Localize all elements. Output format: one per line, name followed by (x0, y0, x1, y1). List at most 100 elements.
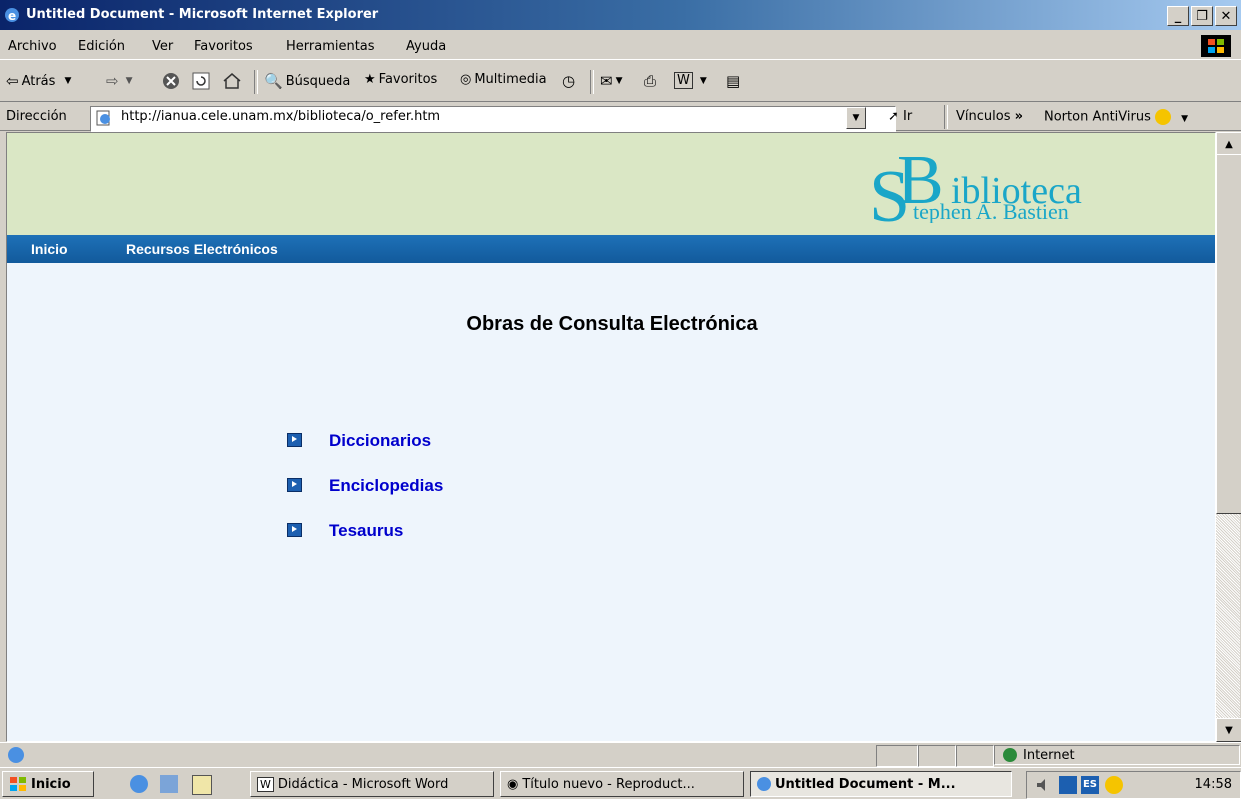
scroll-down-button[interactable]: ▼ (1216, 718, 1241, 742)
vertical-scrollbar[interactable]: ▲ ▼ (1216, 132, 1241, 742)
task-internet-explorer-label: Untitled Document - M... (775, 776, 956, 792)
page-title: Obras de Consulta Electrónica (466, 313, 758, 335)
mail-button[interactable]: ✉ ▼ (600, 72, 623, 90)
status-panel (918, 745, 956, 767)
menu-favoritos[interactable]: Favoritos (194, 39, 253, 54)
nav-inicio[interactable]: Inicio (31, 241, 68, 257)
windows-logo-icon (10, 777, 26, 791)
bullet-icon (287, 433, 302, 447)
page-nav-bar: Inicio Recursos Electrónicos (7, 235, 1215, 263)
menu-edicion[interactable]: Edición (78, 39, 125, 54)
chevron-down-icon: ▼ (615, 76, 623, 86)
go-button[interactable]: ➚ Ir (888, 109, 912, 124)
address-bar: Dirección http://ianua.cele.unam.mx/bibl… (0, 103, 1241, 132)
search-button[interactable]: 🔍 Búsqueda (264, 72, 350, 90)
search-icon: 🔍 (264, 72, 283, 90)
scroll-up-button[interactable]: ▲ (1216, 132, 1241, 156)
back-arrow-icon: ⇦ (6, 72, 19, 90)
go-label: Ir (903, 109, 913, 124)
language-indicator[interactable]: ES (1081, 776, 1099, 794)
media-label: Multimedia (474, 72, 547, 87)
printer-icon: ⎙ (644, 72, 657, 90)
task-media-player-label: Título nuevo - Reproduct... (522, 776, 695, 792)
history-button[interactable]: ◷ (562, 72, 575, 90)
system-tray: ES 14:58 (1026, 771, 1241, 799)
start-button[interactable]: Inicio (2, 771, 94, 797)
refresh-button[interactable] (192, 72, 210, 90)
favorites-label: Favoritos (378, 72, 438, 87)
menu-archivo[interactable]: Archivo (8, 39, 57, 54)
favorites-button[interactable]: ★ Favoritos (364, 72, 437, 87)
forward-button[interactable]: ⇨ ▼ (106, 72, 133, 90)
window-title-bar[interactable]: e Untitled Document - Microsoft Internet… (0, 0, 1241, 30)
outlook-quicklaunch-icon[interactable] (160, 775, 178, 793)
norton-icon (1155, 109, 1172, 125)
print-button[interactable]: ⎙ (644, 72, 656, 90)
status-bar: Internet (0, 742, 1241, 767)
norton-icon[interactable] (1105, 776, 1123, 794)
start-label: Inicio (31, 776, 71, 792)
page-icon (95, 110, 113, 130)
refresh-icon (192, 72, 210, 90)
menu-bar: Archivo Edición Ver Favoritos Herramient… (0, 32, 1241, 60)
menu-ver[interactable]: Ver (152, 39, 173, 54)
desktop-quicklaunch-icon[interactable] (192, 775, 212, 795)
address-label: Dirección (6, 109, 67, 124)
task-media-player[interactable]: ◉ Título nuevo - Reproduct... (500, 771, 744, 797)
page-status-icon (8, 747, 24, 763)
history-icon: ◷ (562, 72, 576, 90)
task-internet-explorer[interactable]: Untitled Document - M... (750, 771, 1012, 797)
task-word[interactable]: W Didáctica - Microsoft Word (250, 771, 494, 797)
restore-button[interactable]: ❐ (1191, 6, 1213, 26)
menu-herramientas[interactable]: Herramientas (286, 39, 375, 54)
links-chevron: » (1014, 109, 1024, 124)
norton-antivirus-button[interactable]: Norton AntiVirus ▼ (1044, 109, 1188, 125)
security-zone: Internet (994, 745, 1240, 765)
minimize-button[interactable]: _ (1167, 6, 1189, 26)
biblioteca-logo: S B iblioteca tephen A. Bastien (869, 143, 1082, 223)
window-title: Untitled Document - Microsoft Internet E… (26, 7, 379, 22)
menu-ayuda[interactable]: Ayuda (406, 39, 446, 54)
address-dropdown-button[interactable]: ▼ (846, 107, 866, 129)
chevron-down-icon: ▼ (1181, 113, 1189, 124)
stop-button[interactable] (162, 72, 180, 90)
norton-label: Norton AntiVirus (1044, 109, 1151, 125)
media-player-icon: ◉ (507, 776, 519, 792)
scroll-thumb[interactable] (1216, 154, 1241, 514)
bullet-icon (287, 478, 302, 492)
status-panel (876, 745, 918, 767)
globe-icon (1003, 748, 1017, 762)
ie-quicklaunch-icon[interactable] (130, 775, 148, 793)
volume-icon[interactable] (1035, 776, 1053, 794)
back-label: Atrás (21, 73, 56, 89)
forward-arrow-icon: ⇨ (106, 72, 119, 90)
page-banner: S B iblioteca tephen A. Bastien (7, 133, 1215, 235)
close-button[interactable]: ✕ (1215, 6, 1237, 26)
taskbar: Inicio W Didáctica - Microsoft Word ◉ Tí… (0, 767, 1241, 799)
link-enciclopedias-label: Enciclopedias (329, 476, 444, 495)
favorites-icon: ★ (364, 72, 376, 87)
standard-toolbar: ⇦ Atrás ▼ ⇨ ▼ 🔍 Búsqueda ★ Favoritos ◎ M… (0, 62, 1241, 102)
address-url: http://ianua.cele.unam.mx/biblioteca/o_r… (121, 109, 441, 124)
links-button[interactable]: Vínculos » (956, 109, 1023, 124)
discuss-button[interactable]: ▤ (726, 72, 740, 90)
media-icon: ◎ (460, 72, 472, 87)
search-label: Búsqueda (285, 73, 351, 89)
svg-text:e: e (8, 9, 16, 23)
back-button[interactable]: ⇦ Atrás ▼ (6, 72, 71, 90)
nav-recursos-electronicos[interactable]: Recursos Electrónicos (126, 241, 278, 257)
link-tesaurus-label: Tesaurus (329, 521, 404, 540)
address-input[interactable]: http://ianua.cele.unam.mx/biblioteca/o_r… (90, 106, 896, 132)
word-icon: W (674, 72, 693, 89)
edit-button[interactable]: W ▼ (674, 72, 707, 89)
media-play-icon[interactable] (1059, 776, 1077, 794)
home-button[interactable] (222, 72, 242, 90)
chevron-down-icon: ▼ (125, 76, 133, 86)
page-viewport: S B iblioteca tephen A. Bastien Inicio R… (6, 132, 1216, 742)
mail-icon: ✉ (600, 72, 613, 90)
media-button[interactable]: ◎ Multimedia (460, 72, 547, 87)
status-panel (956, 745, 994, 767)
chevron-down-icon: ▼ (699, 75, 707, 86)
task-word-label: Didáctica - Microsoft Word (277, 776, 449, 792)
links-label: Vínculos (956, 109, 1011, 124)
